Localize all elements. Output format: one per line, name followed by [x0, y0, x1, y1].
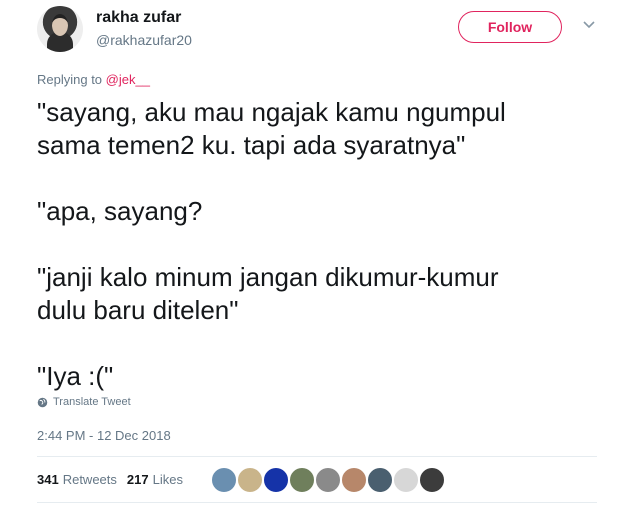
liker-avatar[interactable] — [315, 467, 341, 493]
translate-tweet-link[interactable]: Translate Tweet — [37, 396, 131, 408]
divider — [37, 456, 597, 457]
replying-to: Replying to @jek__ — [37, 72, 150, 87]
translate-tweet-label: Translate Tweet — [53, 396, 131, 408]
liker-avatar[interactable] — [367, 467, 393, 493]
replying-to-label: Replying to — [37, 72, 103, 87]
liker-avatar[interactable] — [211, 467, 237, 493]
retweets-label: Retweets — [62, 472, 117, 487]
tweet-line: "Iya :(" — [37, 361, 114, 391]
chevron-down-icon[interactable] — [583, 19, 595, 31]
likers-avatars — [211, 467, 445, 493]
likes-label: Likes — [152, 472, 183, 487]
liker-avatar[interactable] — [341, 467, 367, 493]
liker-avatar[interactable] — [393, 467, 419, 493]
tweet-stats: 341 Retweets 217 Likes — [37, 472, 183, 487]
follow-button[interactable]: Follow — [458, 11, 562, 43]
tweet-line: dulu baru ditelen" — [37, 295, 239, 325]
likes-stat[interactable]: 217 Likes — [127, 472, 183, 487]
tweet-line: "apa, sayang? — [37, 196, 203, 226]
tweet-line: sama temen2 ku. tapi ada syaratnya" — [37, 130, 466, 160]
liker-avatar[interactable] — [237, 467, 263, 493]
avatar-figure-head — [52, 14, 68, 36]
liker-avatar[interactable] — [289, 467, 315, 493]
profile-avatar[interactable] — [37, 6, 83, 52]
liker-avatar[interactable] — [263, 467, 289, 493]
tweet-line: "sayang, aku mau ngajak kamu ngumpul — [37, 97, 506, 127]
user-handle[interactable]: @rakhazufar20 — [96, 32, 192, 48]
retweets-count: 341 — [37, 472, 59, 487]
tweet-line: "janji kalo minum jangan dikumur-kumur — [37, 262, 499, 292]
likes-count: 217 — [126, 472, 149, 487]
tweet-timestamp[interactable]: 2:44 PM - 12 Dec 2018 — [37, 428, 171, 443]
tweet-text: "sayang, aku mau ngajak kamu ngumpul sam… — [37, 96, 617, 393]
retweets-stat[interactable]: 341 Retweets — [37, 472, 117, 487]
liker-avatar[interactable] — [419, 467, 445, 493]
display-name[interactable]: rakha zufar — [96, 9, 181, 27]
reply-mention-link[interactable]: @jek__ — [106, 72, 150, 87]
divider — [37, 502, 597, 503]
globe-icon — [37, 397, 48, 407]
